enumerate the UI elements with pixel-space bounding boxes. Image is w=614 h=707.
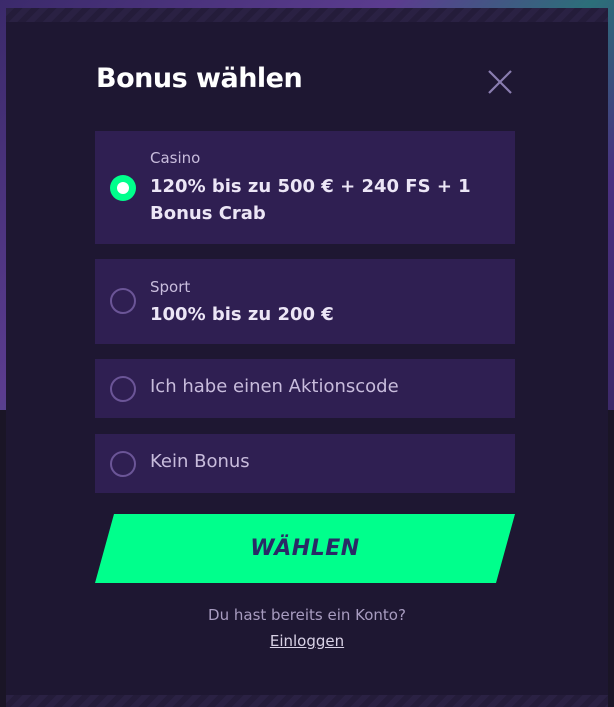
option-label: Kein Bonus <box>150 451 250 472</box>
option-category-label: Sport <box>150 278 191 296</box>
option-label: Ich habe einen Aktionscode <box>150 376 399 397</box>
bonus-option-sport[interactable]: Sport 100% bis zu 200 € <box>95 259 515 344</box>
radio-promo-code[interactable] <box>110 376 136 402</box>
bonus-option-casino[interactable]: Casino 120% bis zu 500 € + 240 FS + 1 Bo… <box>95 131 515 244</box>
radio-sport[interactable] <box>110 288 136 314</box>
modal-top-stripe <box>6 8 608 22</box>
bonus-modal: Bonus wählen Casino 120% bis zu 500 € + … <box>6 8 608 707</box>
choose-button-label: WÄHLEN <box>250 536 360 561</box>
bonus-option-promo-code[interactable]: Ich habe einen Aktionscode <box>95 359 515 418</box>
choose-button[interactable]: WÄHLEN <box>95 514 515 583</box>
radio-casino[interactable] <box>110 175 136 201</box>
option-bonus-value: 120% bis zu 500 € + 240 FS + 1 Bonus Cra… <box>150 176 471 224</box>
bonus-option-none[interactable]: Kein Bonus <box>95 434 515 493</box>
option-bonus-value: 100% bis zu 200 € <box>150 304 334 325</box>
modal-bottom-stripe <box>6 695 608 707</box>
login-link[interactable]: Einloggen <box>6 632 608 650</box>
modal-title: Bonus wählen <box>96 63 303 94</box>
radio-no-bonus[interactable] <box>110 451 136 477</box>
close-icon[interactable] <box>484 66 516 98</box>
option-category-label: Casino <box>150 149 201 167</box>
account-prompt: Du hast bereits ein Konto? <box>208 606 406 624</box>
